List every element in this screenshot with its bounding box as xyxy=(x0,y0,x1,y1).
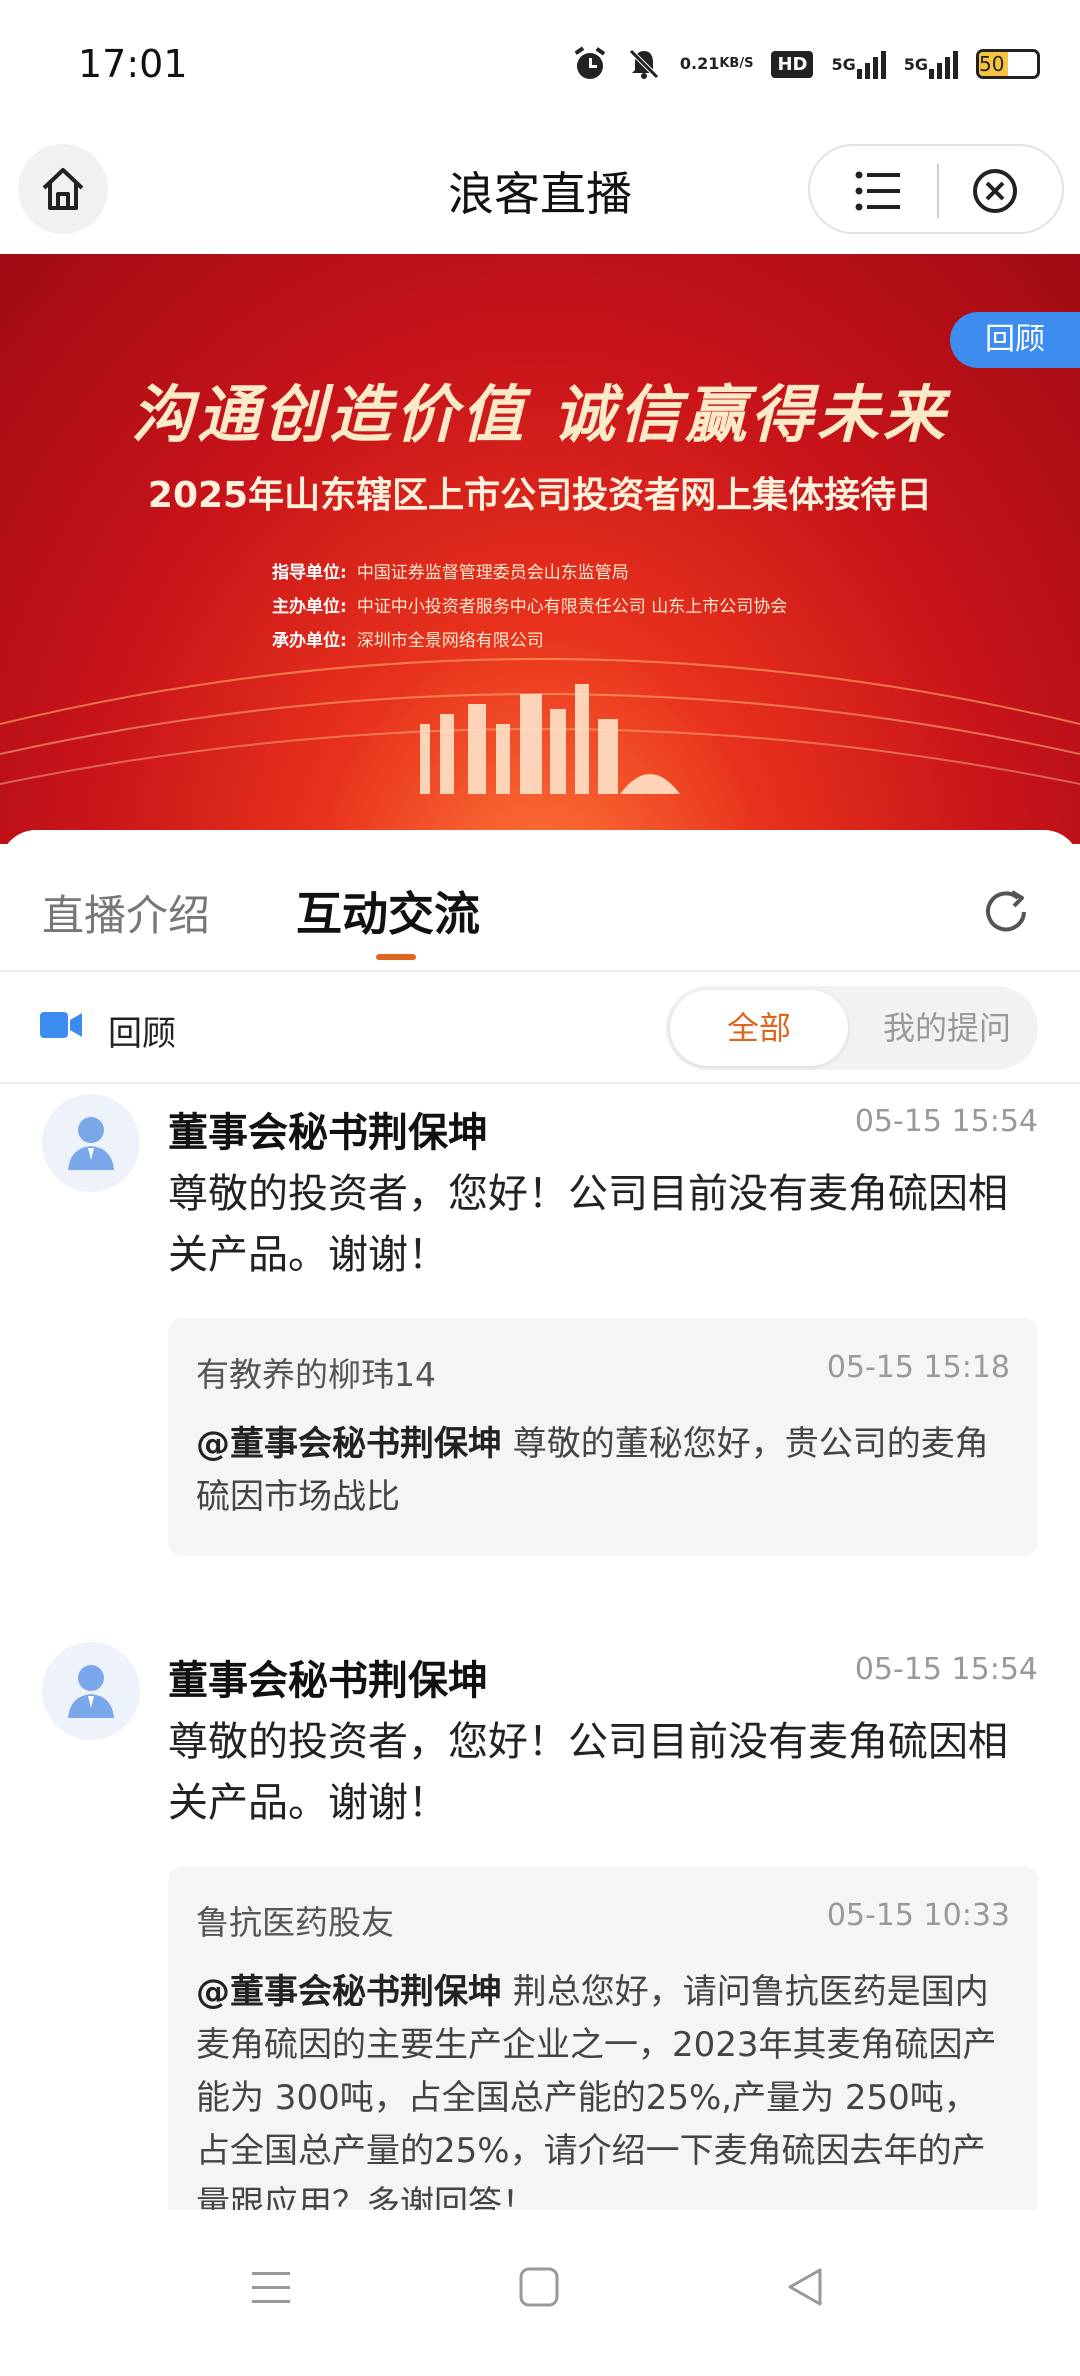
live-banner[interactable]: 回顾 沟通创造价值 诚信赢得未来 2025年山东辖区上市公司投资者网上集体接待日… xyxy=(0,254,1080,844)
replay-label[interactable]: 回顾 xyxy=(108,1006,176,1055)
status-bar: 17:01 0.21 KB/S HD 5G 5G 50 xyxy=(0,0,1080,128)
filter-my-questions-button[interactable]: 我的提问 xyxy=(862,990,1032,1066)
filter-bar: 回顾 全部 我的提问 xyxy=(0,972,1080,1084)
avatar xyxy=(42,1094,140,1192)
answer-time: 05-15 15:54 xyxy=(854,1104,1038,1139)
banner-decoration xyxy=(0,658,1080,794)
filter-all-button[interactable]: 全部 xyxy=(670,990,848,1066)
capsule-divider xyxy=(937,164,939,218)
qa-item: 董事会秘书荆保坤 05-15 15:54 尊敬的投资者，您好！公司目前没有麦角硫… xyxy=(0,1086,1080,1566)
menu-list-icon[interactable] xyxy=(854,168,904,214)
mention: @董事会秘书荆保坤 xyxy=(196,1424,502,1464)
app-header: 浪客直播 xyxy=(0,128,1080,254)
tab-intro[interactable]: 直播介绍 xyxy=(42,882,210,943)
answer-text: 尊敬的投资者，您好！公司目前没有麦角硫因相关产品。谢谢！ xyxy=(168,1719,1008,1826)
video-camera-icon xyxy=(40,1012,82,1038)
refresh-icon[interactable] xyxy=(978,884,1034,940)
active-tab-indicator xyxy=(376,954,416,960)
mini-program-capsule xyxy=(808,144,1064,234)
user-avatar-icon xyxy=(68,1665,114,1718)
asker-name: 有教养的柳玮14 xyxy=(196,1355,436,1394)
back-triangle-icon[interactable] xyxy=(784,2266,826,2308)
banner-slogan: 沟通创造价值 诚信赢得未来 xyxy=(131,378,949,451)
question-filter-toggle: 全部 我的提问 xyxy=(666,986,1038,1070)
alarm-icon xyxy=(572,46,608,82)
question-time: 05-15 10:33 xyxy=(826,1898,1010,1933)
banner-title: 2025年山东辖区上市公司投资者网上集体接待日 xyxy=(147,475,933,516)
replay-badge[interactable]: 回顾 xyxy=(950,312,1080,368)
answerer-name: 董事会秘书荆保坤 xyxy=(168,1110,488,1156)
content-panel: 直播介绍 互动交流 回顾 全部 我的提问 董事会秘书荆保坤 05-15 15:5… xyxy=(0,830,1080,2210)
mute-icon xyxy=(626,46,662,82)
banner-org-row: 主办单位: 中证中小投资者服务中心有限责任公司 山东上市公司协会 xyxy=(272,597,788,617)
asker-name: 鲁抗医药股友 xyxy=(196,1903,394,1942)
tab-interaction[interactable]: 互动交流 xyxy=(296,878,480,944)
signal-icon-2: 5G xyxy=(904,49,958,79)
answerer-name: 董事会秘书荆保坤 xyxy=(168,1658,488,1704)
hd-icon: HD xyxy=(771,50,814,78)
user-avatar-icon xyxy=(68,1117,114,1170)
clock: 17:01 xyxy=(78,42,188,86)
system-nav-bar xyxy=(0,2210,1080,2376)
close-circle-icon[interactable] xyxy=(970,166,1020,216)
qa-feed[interactable]: 董事会秘书荆保坤 05-15 15:54 尊敬的投资者，您好！公司目前没有麦角硫… xyxy=(0,1086,1080,2210)
qa-item: 董事会秘书荆保坤 05-15 15:54 尊敬的投资者，您好！公司目前没有麦角硫… xyxy=(0,1634,1080,2210)
battery-icon: 50 xyxy=(976,49,1040,79)
answer-time: 05-15 15:54 xyxy=(854,1652,1038,1687)
mention: @董事会秘书荆保坤 xyxy=(196,1972,502,2012)
question-text: @董事会秘书荆保坤 尊敬的董秘您好，贵公司的麦角硫因市场战比 xyxy=(196,1424,989,1517)
net-speed: 0.21 KB/S xyxy=(679,54,754,73)
recent-apps-icon[interactable] xyxy=(250,2266,292,2308)
banner-org-row: 承办单位: 深圳市全景网络有限公司 xyxy=(272,631,544,651)
home-square-icon[interactable] xyxy=(518,2266,560,2308)
question-text: @董事会秘书荆保坤 荆总您好，请问鲁抗医药是国内麦角硫因的主要生产企业之一，20… xyxy=(196,1972,997,2210)
banner-org-row: 指导单位: 中国证券监督管理委员会山东监管局 xyxy=(272,563,629,583)
answer-text: 尊敬的投资者，您好！公司目前没有麦角硫因相关产品。谢谢！ xyxy=(168,1171,1008,1278)
question-time: 05-15 15:18 xyxy=(826,1350,1010,1385)
signal-icon-1: 5G xyxy=(831,49,886,79)
status-icons: 0.21 KB/S HD 5G 5G 50 xyxy=(572,40,1040,88)
question-quote[interactable]: 鲁抗医药股友 05-15 10:33 @董事会秘书荆保坤 荆总您好，请问鲁抗医药… xyxy=(168,1866,1038,2210)
tab-bar: 直播介绍 互动交流 xyxy=(0,830,1080,972)
avatar xyxy=(42,1642,140,1740)
question-quote[interactable]: 有教养的柳玮14 05-15 15:18 @董事会秘书荆保坤 尊敬的董秘您好，贵… xyxy=(168,1318,1038,1556)
